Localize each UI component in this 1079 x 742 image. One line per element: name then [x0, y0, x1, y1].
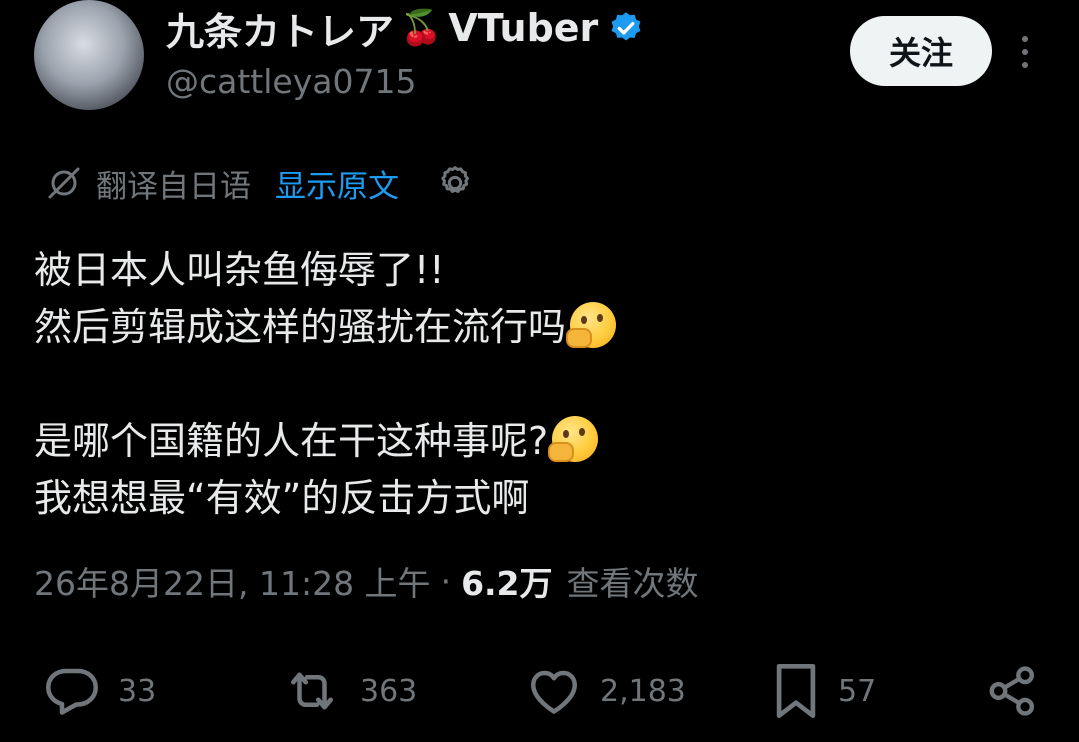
- post-line: 然后剪辑成这样的骚扰在流行吗: [34, 305, 567, 349]
- repost-button[interactable]: 363: [280, 656, 417, 726]
- gear-icon[interactable]: [435, 163, 475, 203]
- repost-count: 363: [360, 673, 418, 709]
- action-bar: 33 363 2,183 57: [0, 656, 1079, 726]
- reply-icon: [46, 668, 98, 715]
- post-line-with-emoji: 是哪个国籍的人在干这种事呢?: [34, 413, 1054, 470]
- like-button[interactable]: 2,183: [524, 656, 686, 726]
- post-meta: 26年8月22日, 11:28 上午 · 6.2万 查看次数: [34, 556, 699, 606]
- translation-bar: 翻译自日语 显示原文: [46, 160, 475, 206]
- post-line: 被日本人叫杂鱼侮辱了!!: [34, 248, 445, 292]
- translated-from-label: 翻译自日语: [96, 168, 251, 205]
- bookmark-button[interactable]: 57: [770, 656, 876, 726]
- author-handle[interactable]: @cattleya0715: [166, 62, 416, 101]
- views-label: 查看次数: [566, 564, 699, 603]
- bookmark-count: 57: [838, 673, 877, 709]
- reply-count: 33: [118, 673, 157, 709]
- post-line-with-emoji: 然后剪辑成这样的骚扰在流行吗: [34, 299, 1054, 356]
- display-name: 九条カトレア: [166, 9, 395, 54]
- post-text: 被日本人叫杂鱼侮辱了!! 然后剪辑成这样的骚扰在流行吗 是哪个国籍的人在干这种事…: [34, 242, 1054, 527]
- thinking-face-icon: [566, 302, 617, 348]
- follow-button[interactable]: 关注: [850, 16, 992, 86]
- more-options-icon[interactable]: [1008, 30, 1042, 74]
- heart-icon: [531, 670, 577, 714]
- share-icon: [989, 666, 1035, 716]
- views-count: 6.2万: [461, 564, 553, 603]
- translate-icon: [48, 167, 80, 199]
- cherry-emoji: 🍒: [400, 8, 443, 48]
- repost-icon: [291, 672, 333, 710]
- thinking-face-icon: [548, 416, 599, 462]
- post-line: 是哪个国籍的人在干这种事呢?: [34, 419, 549, 463]
- avatar[interactable]: [34, 0, 144, 110]
- meta-separator: ·: [440, 561, 452, 601]
- name-suffix: VTuber: [448, 6, 599, 50]
- verified-badge-icon: [611, 12, 641, 41]
- bookmark-icon: [776, 663, 816, 719]
- reply-button[interactable]: 33: [42, 656, 156, 726]
- post-line: 我想想最“有效”的反击方式啊: [34, 476, 530, 520]
- show-original-link[interactable]: 显示原文: [275, 161, 399, 206]
- share-button[interactable]: [984, 656, 1042, 726]
- timestamp[interactable]: 26年8月22日, 11:28 上午: [34, 557, 431, 605]
- author-name[interactable]: 九条カトレア 🍒 VTuber: [166, 2, 644, 54]
- like-count: 2,183: [600, 673, 686, 709]
